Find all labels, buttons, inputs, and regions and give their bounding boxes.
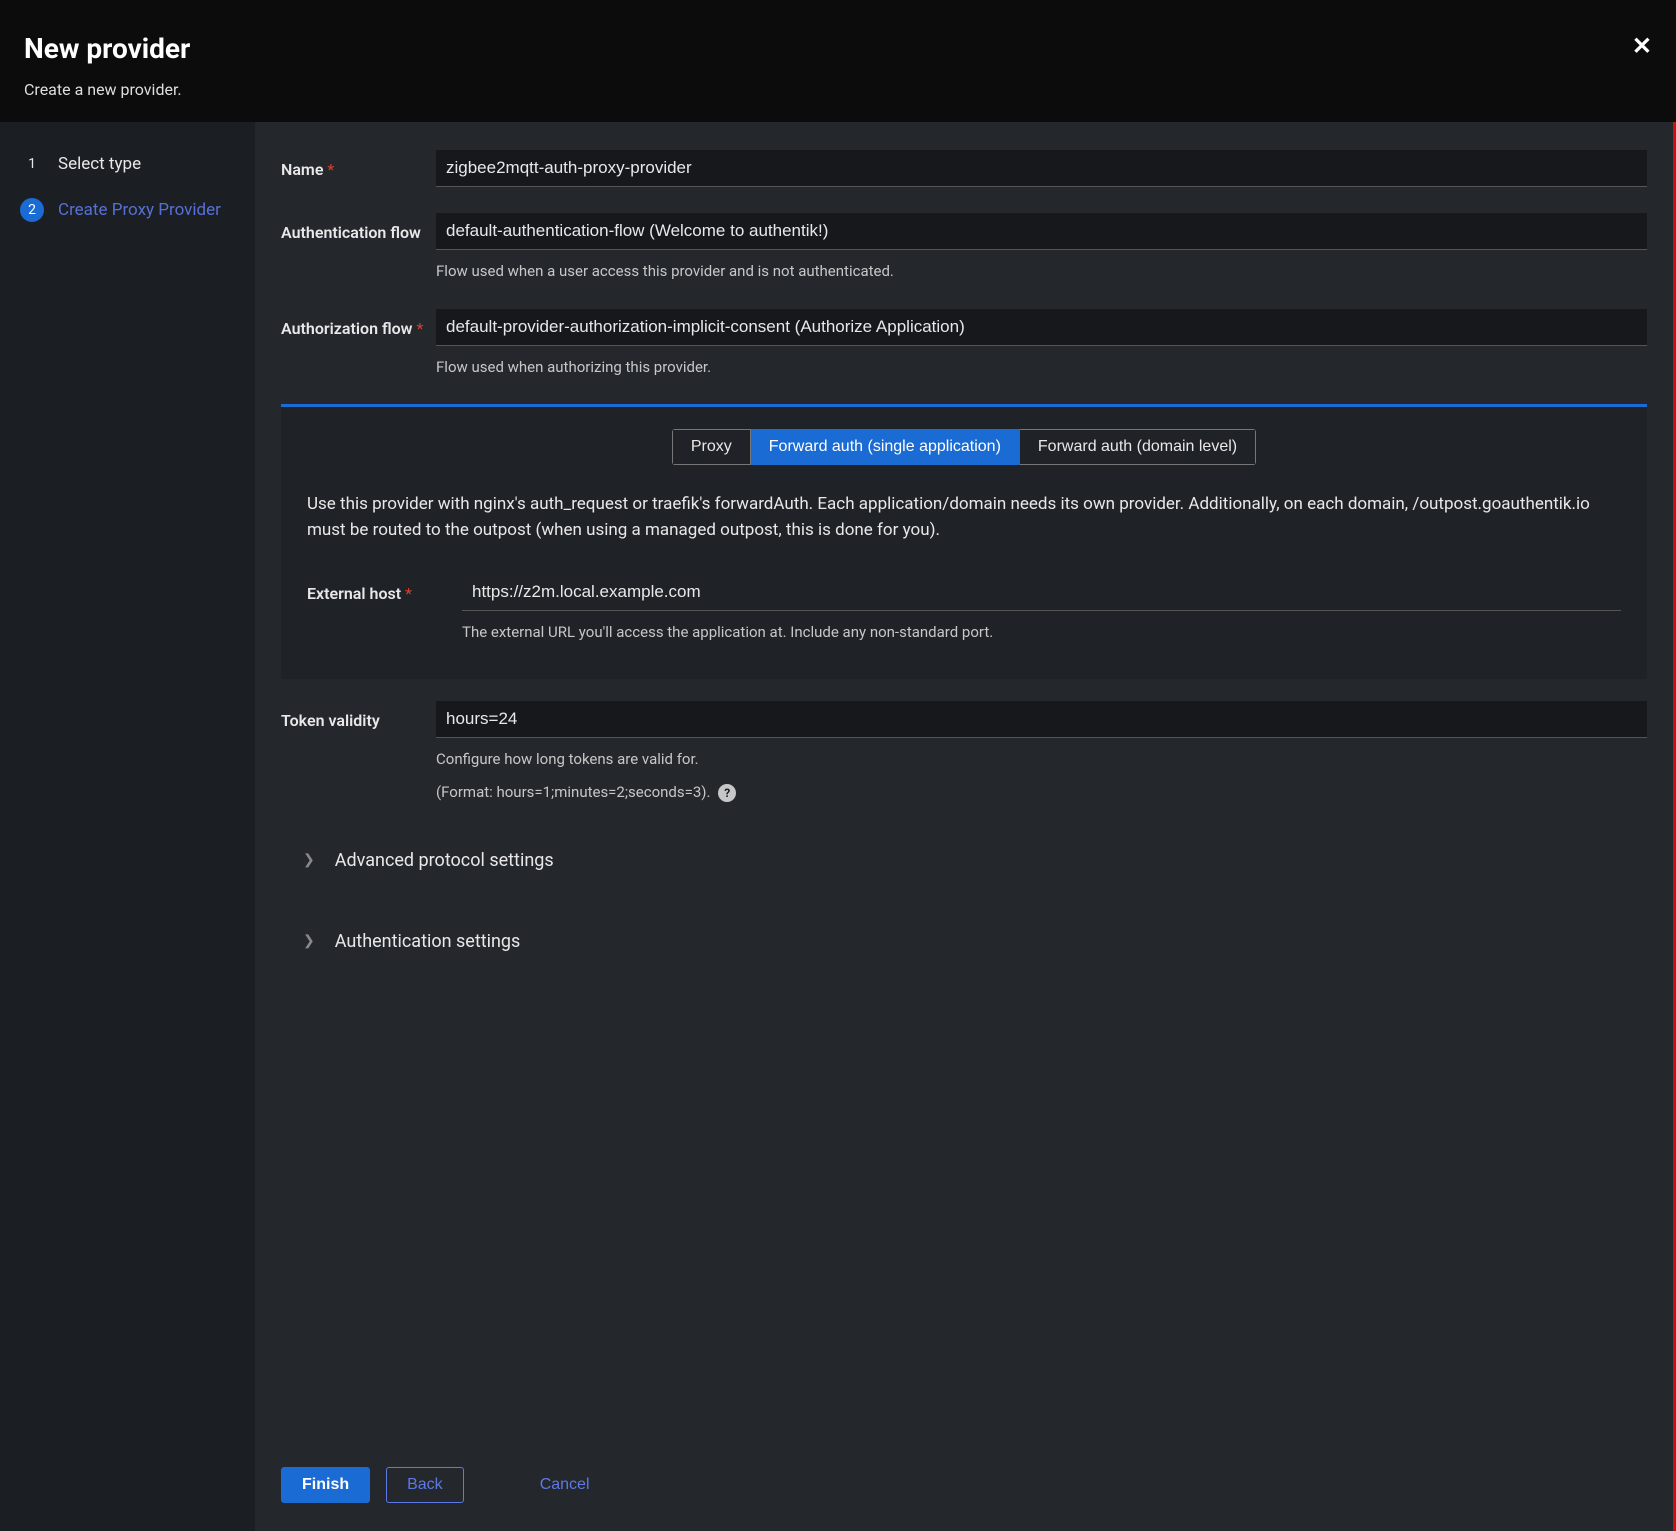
cancel-button[interactable]: Cancel (520, 1468, 610, 1502)
page-title: New provider (24, 28, 190, 70)
wizard-footer: Finish Back Cancel (281, 1437, 1647, 1503)
expander-label: Authentication settings (335, 928, 521, 955)
wizard-step-number: 1 (20, 153, 44, 177)
tab-forward-single[interactable]: Forward auth (single application) (751, 429, 1020, 465)
finish-button[interactable]: Finish (281, 1467, 370, 1503)
page-subtitle: Create a new provider. (24, 78, 190, 102)
field-token-validity: Token validity Configure how long tokens… (281, 701, 1647, 803)
tab-forward-domain[interactable]: Forward auth (domain level) (1020, 429, 1256, 465)
field-authorization-flow: Authorization flow Flow used when author… (281, 309, 1647, 379)
close-button[interactable]: ✕ (1632, 28, 1652, 64)
token-validity-help-2: (Format: hours=1;minutes=2;seconds=3). ? (436, 781, 1647, 804)
wizard-step-number: 2 (20, 198, 44, 222)
name-input[interactable] (436, 150, 1647, 187)
back-button[interactable]: Back (386, 1467, 464, 1503)
auth-flow-help: Flow used when a user access this provid… (436, 260, 1647, 283)
authz-flow-label: Authorization flow (281, 309, 436, 341)
token-validity-help-1: Configure how long tokens are valid for. (436, 748, 1647, 771)
proxy-mode-section: Proxy Forward auth (single application) … (281, 404, 1647, 679)
wizard-step-create-proxy[interactable]: 2 Create Proxy Provider (20, 198, 235, 224)
authz-flow-input[interactable] (436, 309, 1647, 346)
expander-label: Advanced protocol settings (335, 847, 554, 874)
expander-authentication-settings[interactable]: ❯ Authentication settings (281, 910, 1647, 973)
field-name: Name (281, 150, 1647, 187)
forward-auth-description: Use this provider with nginx's auth_requ… (307, 491, 1621, 544)
token-validity-label: Token validity (281, 701, 436, 733)
auth-flow-label: Authentication flow (281, 213, 436, 245)
auth-flow-input[interactable] (436, 213, 1647, 250)
modal-header: New provider Create a new provider. ✕ (0, 0, 1676, 122)
field-authentication-flow: Authentication flow Flow used when a use… (281, 213, 1647, 283)
wizard-sidebar: 1 Select type 2 Create Proxy Provider (0, 122, 255, 1531)
chevron-right-icon: ❯ (303, 850, 315, 871)
wizard-step-label: Select type (58, 152, 141, 178)
authz-flow-help: Flow used when authorizing this provider… (436, 356, 1647, 379)
help-icon[interactable]: ? (718, 784, 736, 802)
external-host-input[interactable] (462, 574, 1621, 611)
external-host-label: External host (307, 574, 462, 606)
close-icon: ✕ (1632, 32, 1652, 60)
token-validity-input[interactable] (436, 701, 1647, 738)
wizard-step-select-type[interactable]: 1 Select type (20, 152, 235, 178)
modal-new-provider: New provider Create a new provider. ✕ 1 … (0, 0, 1676, 1531)
proxy-mode-tabs: Proxy Forward auth (single application) … (307, 429, 1621, 465)
field-external-host: External host The external URL you'll ac… (307, 574, 1621, 644)
expander-advanced-protocol[interactable]: ❯ Advanced protocol settings (281, 829, 1647, 892)
external-host-help: The external URL you'll access the appli… (462, 621, 1621, 644)
name-label: Name (281, 150, 436, 182)
wizard-step-label: Create Proxy Provider (58, 198, 221, 224)
chevron-right-icon: ❯ (303, 931, 315, 952)
tab-proxy[interactable]: Proxy (672, 429, 751, 465)
